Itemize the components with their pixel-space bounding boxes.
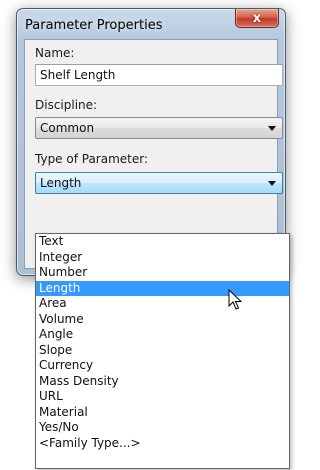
- close-icon: x: [252, 10, 262, 26]
- dropdown-option-material[interactable]: Material: [36, 405, 289, 421]
- dropdown-option-yes-no[interactable]: Yes/No: [36, 420, 289, 436]
- dropdown-option-url[interactable]: URL: [36, 389, 289, 405]
- name-label: Name:: [35, 46, 75, 60]
- title-bar[interactable]: Parameter Properties x: [17, 9, 285, 39]
- discipline-select[interactable]: Common: [35, 117, 283, 139]
- chevron-down-icon: [268, 181, 276, 186]
- dropdown-option-area[interactable]: Area: [36, 296, 289, 312]
- dropdown-option-text[interactable]: Text: [36, 234, 289, 250]
- dropdown-option-family-type[interactable]: <Family Type...>: [36, 436, 289, 452]
- close-button[interactable]: x: [235, 9, 279, 28]
- dropdown-option-length[interactable]: Length: [36, 280, 289, 296]
- dropdown-option-mass-density[interactable]: Mass Density: [36, 374, 289, 390]
- dropdown-option-volume[interactable]: Volume: [36, 312, 289, 328]
- dropdown-option-integer[interactable]: Integer: [36, 250, 289, 266]
- name-field[interactable]: Shelf Length: [35, 64, 283, 86]
- discipline-select-value: Common: [40, 121, 95, 135]
- parameter-type-dropdown-list[interactable]: Text Integer Number Length Area Volume A…: [35, 233, 290, 469]
- mouse-pointer-icon: [228, 289, 243, 310]
- type-of-parameter-select[interactable]: Length: [35, 172, 283, 194]
- chevron-down-icon: [268, 126, 276, 131]
- name-field-value: Shelf Length: [40, 68, 116, 82]
- discipline-label: Discipline:: [35, 98, 98, 112]
- dropdown-option-slope[interactable]: Slope: [36, 343, 289, 359]
- dialog-title: Parameter Properties: [25, 18, 163, 33]
- dropdown-option-currency[interactable]: Currency: [36, 358, 289, 374]
- type-of-parameter-label: Type of Parameter:: [35, 152, 149, 166]
- type-of-parameter-select-value: Length: [40, 176, 82, 190]
- dropdown-option-angle[interactable]: Angle: [36, 327, 289, 343]
- dropdown-option-number[interactable]: Number: [36, 265, 289, 281]
